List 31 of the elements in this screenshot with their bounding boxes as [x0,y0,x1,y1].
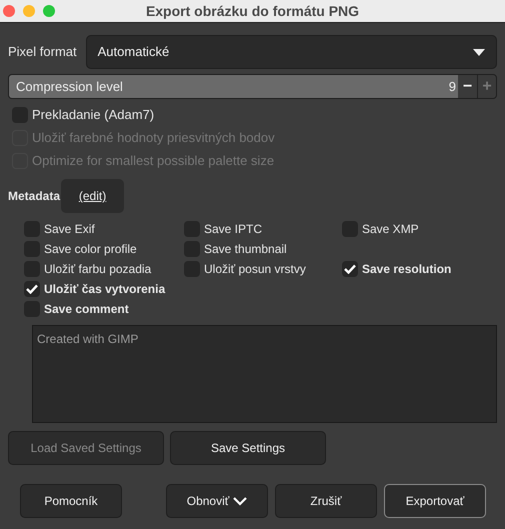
checkbox-label: Save resolution [362,261,452,278]
checkbox-label: Save thumbnail [204,241,287,258]
checkbox-label: Prekladanie (Adam7) [32,106,154,124]
pixel-format-dropdown[interactable]: Automatické [86,35,497,69]
window-title: Export obrázku do formátu PNG [146,2,360,18]
field-label: Pixel format [8,43,77,62]
checkbox[interactable] [24,281,40,297]
dropdown-arrow-icon [473,48,485,56]
zoom-icon[interactable] [43,5,55,17]
checkbox[interactable] [342,261,358,277]
chevron-down-icon [233,496,248,506]
close-icon[interactable] [3,5,15,17]
edit-link[interactable]: (edit) [61,179,124,213]
comment-field[interactable]: Created with GIMP [32,325,497,423]
checkbox-label: Save IPTC [204,221,262,238]
checkbox-label: Save Exif [44,221,95,238]
checkbox-label: Save color profile [44,241,137,258]
dialog-button[interactable]: Zrušiť [275,484,377,518]
section-label: Metadata [8,188,60,205]
checkbox-label: Optimize for smallest possible palette size [32,152,274,170]
checkbox-label: Save comment [44,301,129,318]
minimize-icon[interactable] [23,5,35,17]
dialog-button[interactable]: Exportovať [384,484,486,518]
checkbox-label: Uložiť čas vytvorenia [44,281,166,298]
dialog-button[interactable]: Obnoviť [166,484,268,518]
checkbox-label: Uložiť farbu pozadia [44,261,152,278]
dialog-button[interactable]: Pomocník [20,484,122,518]
checkbox-label: Uložiť posun vrstvy [204,261,306,278]
checkbox-label: Uložiť farebné hodnoty priesvitných bodov [32,128,275,147]
settings-button[interactable]: Save Settings [170,431,326,465]
checkbox-label: Save XMP [362,221,419,238]
